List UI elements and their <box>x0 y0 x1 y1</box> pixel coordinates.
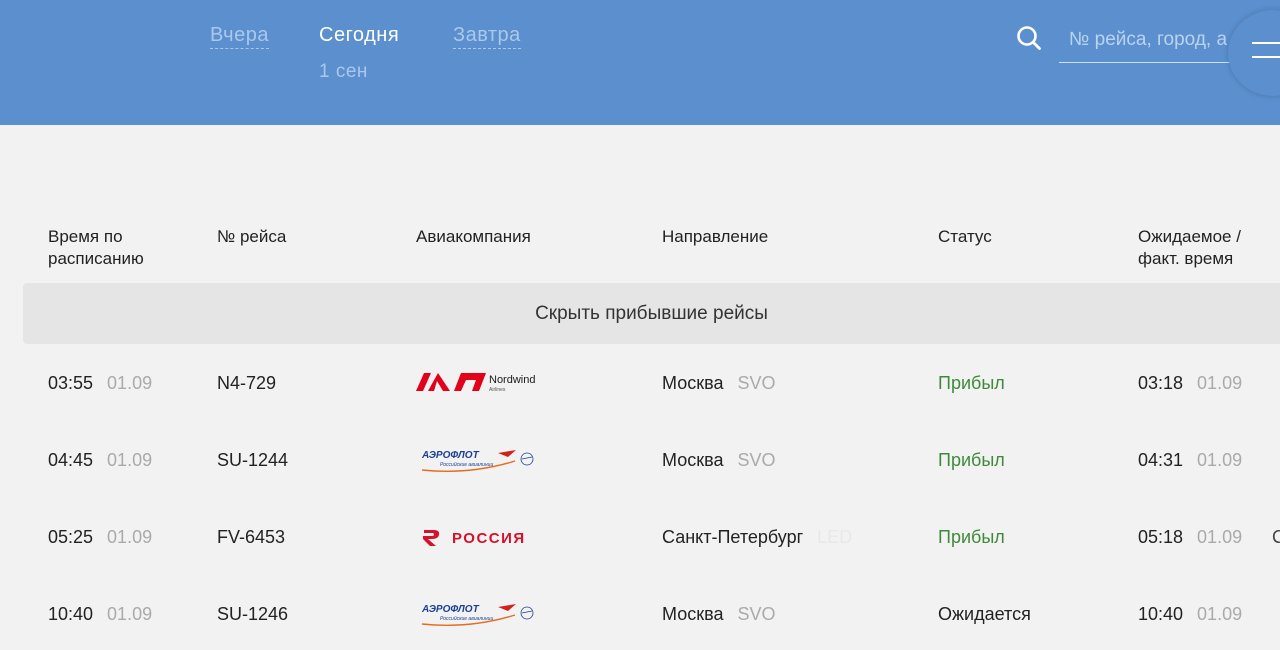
scheduled-time: 10:40 <box>48 603 94 624</box>
flight-number: SU-1244 <box>217 449 289 470</box>
direction-cell: Москва SVO <box>662 353 775 413</box>
actual-date: 01.09 <box>1197 449 1243 470</box>
hide-arrived-toggle[interactable]: Скрыть прибывшие рейсы <box>23 283 1280 344</box>
rossiya-logo: РОССИЯ <box>422 517 542 557</box>
direction-airport: SVO <box>737 372 776 393</box>
table-row[interactable]: 04:45 01.09 SU-1244 АЭРОФЛОТ Российские а… <box>0 430 1280 490</box>
actual-time-cell: 03:18 01.09 <box>1138 353 1242 413</box>
status-badge: Прибыл <box>938 449 1005 470</box>
direction-city: Москва <box>662 449 724 470</box>
actual-time: 10:40 <box>1138 603 1184 624</box>
table-row[interactable]: 10:40 01.09 SU-1246 АЭРОФЛОТ Российские а… <box>0 584 1280 644</box>
column-header-time: Время по расписанию <box>48 226 144 270</box>
header-bar: Вчера Сегодня Завтра 1 сен <box>0 0 1280 125</box>
actual-date: 01.09 <box>1197 372 1243 393</box>
direction-city: Москва <box>662 372 724 393</box>
column-header-flight: № рейса <box>217 227 287 246</box>
svg-text:АЭРОФЛОТ: АЭРОФЛОТ <box>421 450 480 461</box>
menu-button[interactable] <box>1228 10 1280 96</box>
column-header-time-line2: расписанию <box>48 249 144 268</box>
direction-cell: Москва SVO <box>662 430 775 490</box>
table-row[interactable]: 03:55 01.09 N4-729 Nordwind Airlines Моск… <box>0 353 1280 413</box>
actual-time-cell: 04:31 01.09 <box>1138 430 1242 490</box>
truncated-edge-text: С <box>1272 526 1280 547</box>
direction-city: Санкт-Петербург <box>662 526 804 547</box>
svg-text:Airlines: Airlines <box>489 387 506 393</box>
aeroflot-logo: АЭРОФЛОТ Российские авиалинии <box>420 594 540 634</box>
svg-text:Nordwind: Nordwind <box>489 374 535 386</box>
scheduled-time-cell: 05:25 01.09 <box>48 507 152 567</box>
tab-yesterday[interactable]: Вчера <box>210 24 269 49</box>
column-header-status: Статус <box>938 227 992 246</box>
direction-cell: Москва SVO <box>662 584 775 644</box>
actual-date: 01.09 <box>1197 526 1243 547</box>
search-field <box>1059 24 1234 63</box>
flight-number: FV-6453 <box>217 526 286 547</box>
direction-airport: SVO <box>737 449 776 470</box>
svg-text:Российские авиалинии: Российские авиалинии <box>440 615 493 622</box>
flight-number: N4-729 <box>217 372 277 393</box>
status-badge: Прибыл <box>938 372 1005 393</box>
status-badge: Прибыл <box>938 526 1005 547</box>
column-header-direction: Направление <box>662 227 769 246</box>
actual-time: 03:18 <box>1138 372 1184 393</box>
nordwind-logo: Nordwind Airlines <box>416 363 546 403</box>
search-input[interactable] <box>1059 24 1234 51</box>
scheduled-date: 01.09 <box>107 372 153 393</box>
aeroflot-logo: АЭРОФЛОТ Российские авиалинии <box>420 440 540 480</box>
column-header-time-line1: Время по <box>48 227 123 246</box>
status-badge: Ожидается <box>938 603 1031 624</box>
direction-airport: LED <box>817 526 853 547</box>
direction-city: Москва <box>662 603 724 624</box>
scheduled-date: 01.09 <box>107 449 153 470</box>
scheduled-time-cell: 10:40 01.09 <box>48 584 152 644</box>
actual-date: 01.09 <box>1197 603 1243 624</box>
active-date-label: 1 сен <box>319 61 368 82</box>
svg-text:АЭРОФЛОТ: АЭРОФЛОТ <box>421 604 480 615</box>
direction-airport: SVO <box>737 603 776 624</box>
column-header-actual-line2: факт. время <box>1138 249 1234 268</box>
svg-text:РОССИЯ: РОССИЯ <box>452 530 526 547</box>
scheduled-time: 04:45 <box>48 449 94 470</box>
column-header-airline: Авиакомпания <box>416 227 531 246</box>
hamburger-icon-line <box>1252 56 1280 58</box>
actual-time-cell: 10:40 01.09 <box>1138 584 1242 644</box>
actual-time: 05:18 <box>1138 526 1184 547</box>
tab-tomorrow[interactable]: Завтра <box>453 24 521 49</box>
search-icon[interactable] <box>1016 25 1042 51</box>
flight-number: SU-1246 <box>217 603 289 624</box>
scheduled-time: 03:55 <box>48 372 94 393</box>
actual-time-cell: 05:18 01.09 <box>1138 507 1242 567</box>
column-header-actual-time: Ожидаемое / факт. время <box>1138 226 1241 270</box>
table-row[interactable]: 05:25 01.09 FV-6453 РОССИЯ Санкт-Петербур… <box>0 507 1280 567</box>
scheduled-date: 01.09 <box>107 526 153 547</box>
scheduled-time-cell: 04:45 01.09 <box>48 430 152 490</box>
scheduled-time: 05:25 <box>48 526 94 547</box>
hamburger-icon <box>1252 42 1280 44</box>
column-header-actual-line1: Ожидаемое / <box>1138 227 1241 246</box>
scheduled-time-cell: 03:55 01.09 <box>48 353 152 413</box>
tab-today[interactable]: Сегодня <box>319 24 399 47</box>
direction-cell: Санкт-Петербург LED <box>662 507 852 567</box>
actual-time: 04:31 <box>1138 449 1184 470</box>
svg-text:Российские авиалинии: Российские авиалинии <box>440 461 493 468</box>
scheduled-date: 01.09 <box>107 603 153 624</box>
